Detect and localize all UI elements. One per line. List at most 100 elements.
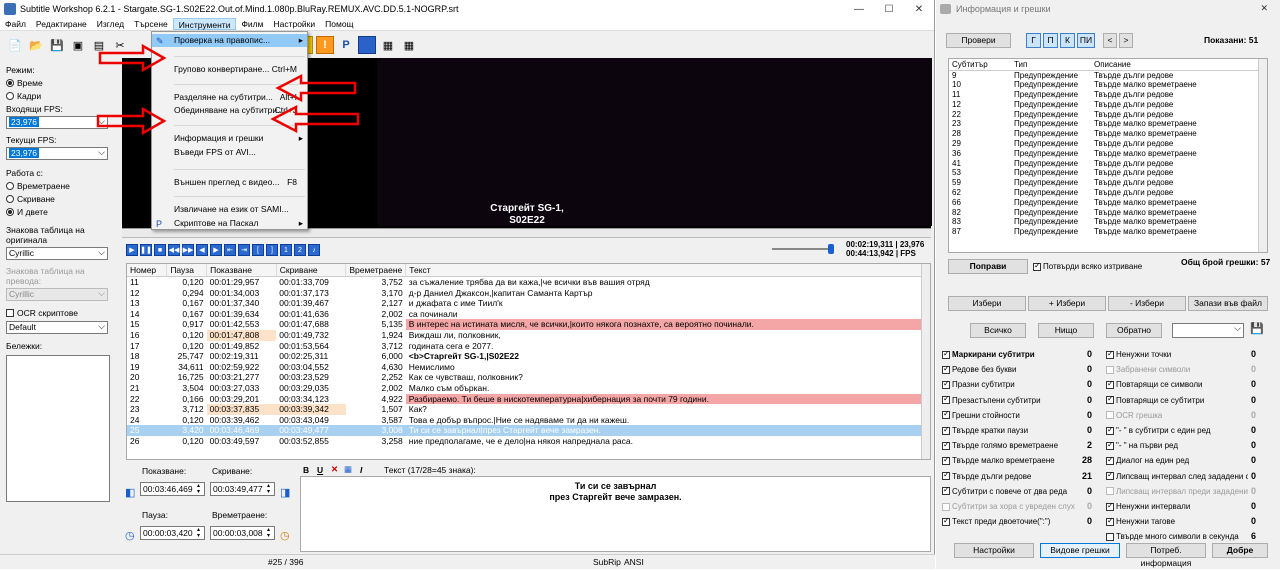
tools-menu-item-1[interactable]: ✎ Проверка на правопис... ▸ <box>152 34 307 47</box>
grid-column-header[interactable]: Скриване <box>276 264 347 277</box>
show-time-input[interactable]: 00:03:46,469 <box>140 482 205 496</box>
italic-button[interactable]: I <box>360 465 362 475</box>
menu-file[interactable]: Файл <box>0 18 31 30</box>
add-select-button[interactable]: + Избери <box>1028 296 1106 311</box>
mode-time-radio[interactable]: Време <box>6 78 114 88</box>
table-row[interactable]: 16 0,120 00:01:47,808 00:01:49,732 1,924 Вижд… <box>127 329 922 341</box>
check-option-checks_right-12[interactable]: Ненужни тагове <box>1106 515 1175 528</box>
check-option-checks_right-8[interactable]: Диалог на един ред <box>1106 454 1189 467</box>
set-hide-icon[interactable]: ⇥ <box>238 244 250 256</box>
grid-column-header[interactable]: Времетраене <box>345 264 407 277</box>
list-item[interactable]: 23 Предупреждение Твърде малко времетраене <box>949 119 1259 129</box>
show-jump-icon[interactable]: ◧ <box>125 486 135 499</box>
volume-slider[interactable] <box>772 248 832 250</box>
check-option-checks_left-4[interactable]: Презастъпени субтитри <box>942 394 1041 407</box>
notes-textarea[interactable] <box>6 355 110 502</box>
list-item[interactable]: 62 Предупреждение Твърде дълги редове <box>949 188 1259 198</box>
menu-tools[interactable]: Инструменти <box>172 18 237 30</box>
check-option-checks_left-7[interactable]: Твърде голямо времетраене <box>942 439 1058 452</box>
check-option-checks_right-1[interactable]: Ненужни точки <box>1106 348 1171 361</box>
minus-select-button[interactable]: - Избери <box>1108 296 1186 311</box>
menu-movie[interactable]: Филм <box>236 18 268 30</box>
pause-time-input[interactable]: 00:00:03,420 <box>140 526 205 540</box>
check-option-checks_left-1[interactable]: Маркирани субтитри <box>942 348 1035 361</box>
pause-icon[interactable]: ❚❚ <box>140 244 152 256</box>
work-duration-radio[interactable]: Времетраене <box>6 181 114 191</box>
orig-table-combo[interactable]: Cyrillic <box>6 247 108 260</box>
in-fps-combo[interactable]: 23,976 <box>6 116 108 129</box>
info-icon[interactable]: ! <box>316 36 334 54</box>
stop-icon[interactable]: ■ <box>154 244 166 256</box>
prev-error-button[interactable]: < <box>1103 33 1117 48</box>
work-hide-radio[interactable]: Скриване <box>6 194 114 204</box>
check-option-checks_left-12[interactable]: Текст преди двоеточие(":") <box>942 515 1050 528</box>
menu-edit[interactable]: Редактиране <box>31 18 92 30</box>
subtitle-text-input[interactable]: Ти си се завърнал през Старгейт вече зам… <box>300 476 931 552</box>
bold-button[interactable]: B <box>303 465 309 475</box>
check-option-checks_right-4[interactable]: Повтарящи се субтитри <box>1106 394 1204 407</box>
check-option-checks_right-7[interactable]: "- " на първи ред <box>1106 439 1178 452</box>
table-row[interactable]: 17 0,120 00:01:49,852 00:01:53,564 3,712 годи… <box>127 341 922 352</box>
new-file-icon[interactable]: 📄 <box>6 36 24 54</box>
check-option-checks_right-11[interactable]: Ненужни интервали <box>1106 500 1190 513</box>
tools-menu-item-6[interactable]: Въведи FPS от AVI... <box>152 146 307 159</box>
list-item[interactable]: 59 Предупреждение Твърде дълги редове <box>949 178 1259 188</box>
list-item[interactable]: 10 Предупреждение Твърде малко времетраене <box>949 80 1259 90</box>
table-row[interactable]: 24 0,120 00:03:39,462 00:03:43,049 3,587 Това… <box>127 415 922 426</box>
table-row[interactable]: 14 0,167 00:01:39,634 00:01:41,636 2,002 са п… <box>127 309 922 320</box>
maximize-button[interactable]: ☐ <box>874 4 904 15</box>
grid-column-header[interactable]: Номер <box>127 264 168 277</box>
work-both-radio[interactable]: И двете <box>6 207 114 217</box>
tools-menu-item-8[interactable]: Извличане на език от SAMI... <box>152 203 307 216</box>
ocr-checkbox[interactable]: OCR скриптове <box>6 308 114 318</box>
mark-1-icon[interactable]: 1 <box>280 244 292 256</box>
check-button[interactable]: Провери <box>946 33 1011 48</box>
list-item[interactable]: 66 Предупреждение Твърде малко времетраене <box>949 198 1259 208</box>
save-icon[interactable]: 💾 <box>48 36 66 54</box>
subtitle-grid[interactable]: Номер Пауза Показване Скриване Времетраене Те… <box>126 263 931 460</box>
check-option-checks_left-2[interactable]: Редове без букви <box>942 363 1017 376</box>
mark-2-icon[interactable]: 2 <box>294 244 306 256</box>
check-option-checks_left-8[interactable]: Твърде малко времетраене <box>942 454 1055 467</box>
rewind-icon[interactable]: ◀◀ <box>168 244 180 256</box>
clear-format-button[interactable]: ✕ <box>331 464 338 475</box>
list-item[interactable]: 9 Предупреждение Твърде дълги редове <box>949 70 1259 80</box>
minimize-button[interactable]: — <box>844 4 874 15</box>
errors-column-header[interactable]: Описание <box>1091 59 1259 71</box>
tools-menu-item-7[interactable]: Външен преглед с видео... F8 <box>152 176 307 189</box>
start-sub-icon[interactable]: [ <box>252 244 264 256</box>
underline-button[interactable]: U <box>317 465 323 475</box>
filter-info-toggle[interactable]: ПИ <box>1077 33 1095 48</box>
list-item[interactable]: 41 Предупреждение Твърде дълги редове <box>949 159 1259 169</box>
check-option-checks_right-13[interactable]: Твърде много символи в секунда <box>1106 530 1239 543</box>
play-icon[interactable]: ▶ <box>126 244 138 256</box>
save-to-file-button[interactable]: Запази във файл <box>1188 296 1268 311</box>
check-option-checks_right-3[interactable]: Повтарящи се символи <box>1106 378 1202 391</box>
list-item[interactable]: 83 Предупреждение Твърде малко времетраене <box>949 217 1259 227</box>
hide-time-input[interactable]: 00:03:49,477 <box>210 482 275 496</box>
list-item[interactable]: 87 Предупреждение Твърде малко времетраене <box>949 227 1259 237</box>
select-button[interactable]: Избери <box>948 296 1026 311</box>
panel-close-button[interactable]: ✕ <box>1260 3 1268 14</box>
color-icon[interactable]: ▦ <box>344 464 352 475</box>
set-show-icon[interactable]: ⇤ <box>224 244 236 256</box>
menu-view[interactable]: Изглед <box>92 18 129 30</box>
filter-warnings-toggle[interactable]: П <box>1043 33 1058 48</box>
filter-fixed-toggle[interactable]: К <box>1060 33 1075 48</box>
check-option-checks_left-5[interactable]: Грешни стойности <box>942 409 1020 422</box>
list-item[interactable]: 22 Предупреждение Твърде дълги редове <box>949 110 1259 120</box>
table-row[interactable]: 13 0,167 00:01:37,340 00:01:39,467 2,127 и дж… <box>127 298 922 309</box>
next-icon[interactable]: ▶ <box>210 244 222 256</box>
user-info-button[interactable]: Потреб. информация <box>1126 543 1206 568</box>
video-window-icon[interactable] <box>358 36 376 54</box>
invert-button[interactable]: Обратно <box>1106 323 1162 338</box>
grid-column-header[interactable]: Пауза <box>166 264 208 277</box>
list-item[interactable]: 11 Предупреждение Твърде дълги редове <box>949 90 1259 100</box>
settings-button[interactable]: Настройки <box>954 543 1034 558</box>
translate-icon[interactable]: ▦ <box>379 36 397 54</box>
save-preset-icon[interactable]: 💾 <box>1250 322 1264 335</box>
table-row[interactable]: 12 0,294 00:01:34,003 00:01:37,173 3,170 д-р … <box>127 288 922 299</box>
print-icon[interactable]: ▣ <box>69 36 87 54</box>
errors-list-scrollbar[interactable] <box>1258 59 1267 252</box>
check-option-checks_left-3[interactable]: Празни субтитри <box>942 378 1015 391</box>
